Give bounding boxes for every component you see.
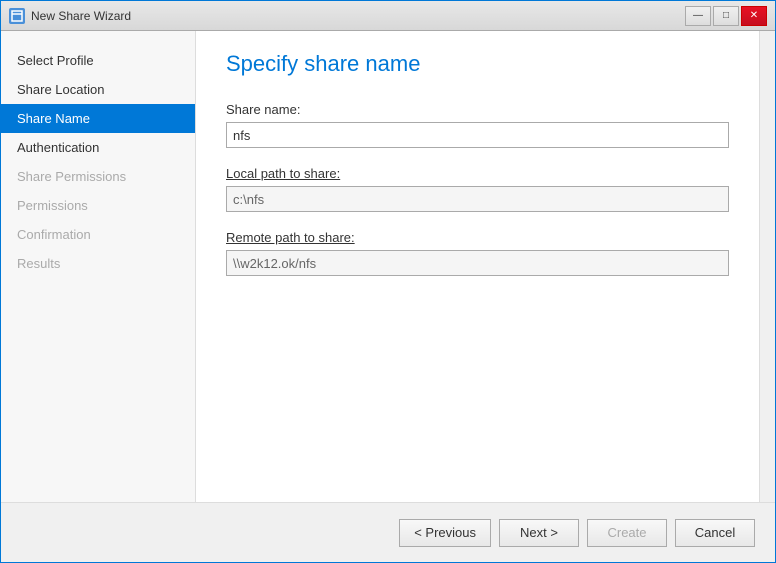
window-title: New Share Wizard [31, 9, 131, 23]
share-name-input[interactable] [226, 122, 729, 148]
sidebar-item-share-location[interactable]: Share Location [1, 75, 195, 104]
share-name-group: Share name: [226, 102, 729, 148]
scrollbar[interactable] [759, 31, 775, 502]
minimize-button[interactable]: — [685, 6, 711, 26]
sidebar-item-select-profile[interactable]: Select Profile [1, 46, 195, 75]
page-title: Specify share name [226, 51, 729, 77]
app-icon [9, 8, 25, 24]
remote-path-label: Remote path to share: [226, 230, 729, 245]
local-path-input [226, 186, 729, 212]
title-bar: New Share Wizard — □ ✕ [1, 1, 775, 31]
close-button[interactable]: ✕ [741, 6, 767, 26]
share-name-label: Share name: [226, 102, 729, 117]
sidebar-item-permissions: Permissions [1, 191, 195, 220]
next-button[interactable]: Next > [499, 519, 579, 547]
sidebar-item-share-name[interactable]: Share Name [1, 104, 195, 133]
create-button: Create [587, 519, 667, 547]
content-area: Select Profile Share Location Share Name… [1, 31, 775, 502]
sidebar: Select Profile Share Location Share Name… [1, 31, 196, 502]
local-path-label: Local path to share: [226, 166, 729, 181]
main-content: Specify share name Share name: Local pat… [196, 31, 759, 502]
footer: < Previous Next > Create Cancel [1, 502, 775, 562]
local-path-group: Local path to share: [226, 166, 729, 212]
title-bar-controls: — □ ✕ [685, 6, 767, 26]
maximize-button[interactable]: □ [713, 6, 739, 26]
sidebar-item-share-permissions: Share Permissions [1, 162, 195, 191]
sidebar-item-confirmation: Confirmation [1, 220, 195, 249]
sidebar-item-results: Results [1, 249, 195, 278]
remote-path-input [226, 250, 729, 276]
cancel-button[interactable]: Cancel [675, 519, 755, 547]
sidebar-item-authentication[interactable]: Authentication [1, 133, 195, 162]
title-bar-left: New Share Wizard [9, 8, 131, 24]
previous-button[interactable]: < Previous [399, 519, 491, 547]
remote-path-group: Remote path to share: [226, 230, 729, 276]
wizard-window: New Share Wizard — □ ✕ Select Profile Sh… [0, 0, 776, 563]
